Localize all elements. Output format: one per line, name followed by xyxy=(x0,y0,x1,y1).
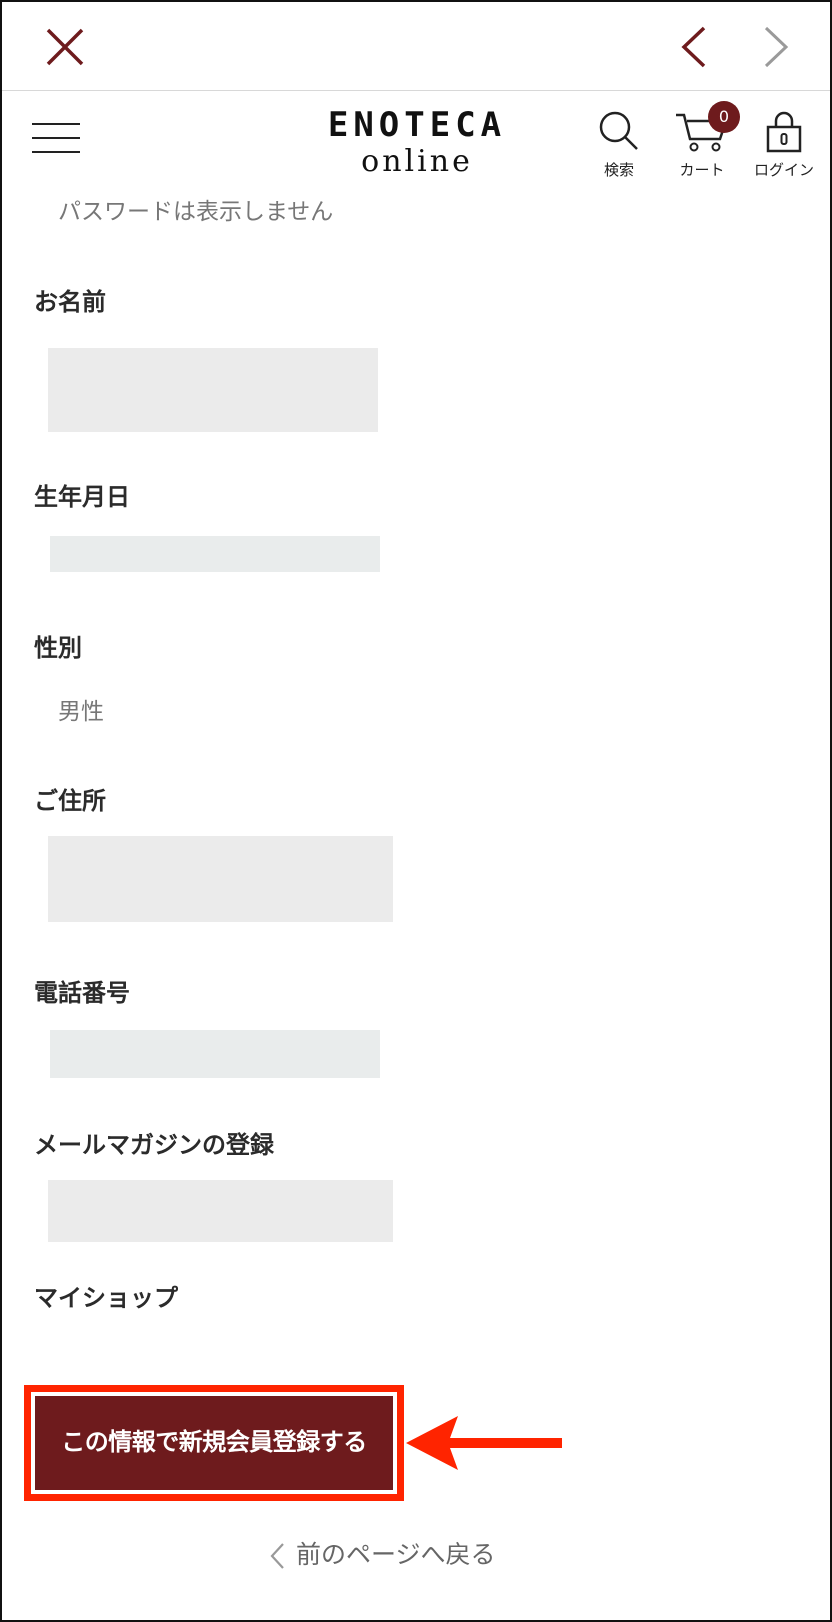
search-icon xyxy=(599,111,638,150)
login-label: ログイン xyxy=(753,161,814,179)
chevron-left-icon xyxy=(270,1543,284,1569)
cart-count-badge: 0 xyxy=(708,101,740,133)
hamburger-menu-icon[interactable] xyxy=(32,123,80,159)
register-submit-button[interactable]: この情報で新規会員登録する xyxy=(24,1385,404,1501)
chevron-right-icon[interactable] xyxy=(754,22,798,72)
back-link[interactable]: 前のページへ戻る xyxy=(268,1535,496,1571)
site-logo[interactable]: ENOTECA online xyxy=(302,105,532,179)
birthday-label: 生年月日 xyxy=(34,483,130,511)
gender-value: 男性 xyxy=(58,699,104,725)
newsletter-value-redacted xyxy=(48,1180,393,1242)
screen-frame xyxy=(0,0,832,1622)
name-label: お名前 xyxy=(34,288,106,316)
name-value-redacted xyxy=(48,348,378,432)
submit-button-label: この情報で新規会員登録する xyxy=(61,1428,367,1456)
chevron-left-icon[interactable] xyxy=(672,22,716,72)
annotation-arrow-icon xyxy=(406,1416,562,1470)
search-label: 検索 xyxy=(603,161,634,179)
address-label: ご住所 xyxy=(34,787,106,815)
close-icon[interactable] xyxy=(40,22,90,72)
myshop-label: マイショップ xyxy=(34,1284,178,1312)
cart-label: カート xyxy=(679,161,725,179)
browser-nav-bar xyxy=(2,2,830,91)
back-link-label: 前のページへ戻る xyxy=(296,1540,496,1569)
search-button[interactable]: 検索 xyxy=(594,109,644,180)
login-button[interactable]: ログイン xyxy=(742,109,826,180)
gender-label: 性別 xyxy=(34,634,82,662)
address-value-redacted xyxy=(48,836,393,922)
phone-value-redacted xyxy=(50,1030,380,1078)
birthday-value-redacted xyxy=(50,536,380,572)
logo-subtitle: online xyxy=(361,144,473,179)
phone-label: 電話番号 xyxy=(34,979,130,1007)
site-header: ENOTECA online 検索 0 カート ログイン xyxy=(2,91,830,187)
password-note: パスワードは表示しません xyxy=(58,199,334,225)
logo-wordmark: ENOTECA xyxy=(327,105,507,145)
lock-icon xyxy=(766,111,802,153)
cart-button[interactable]: 0 カート xyxy=(666,101,740,180)
newsletter-label: メールマガジンの登録 xyxy=(34,1131,274,1159)
